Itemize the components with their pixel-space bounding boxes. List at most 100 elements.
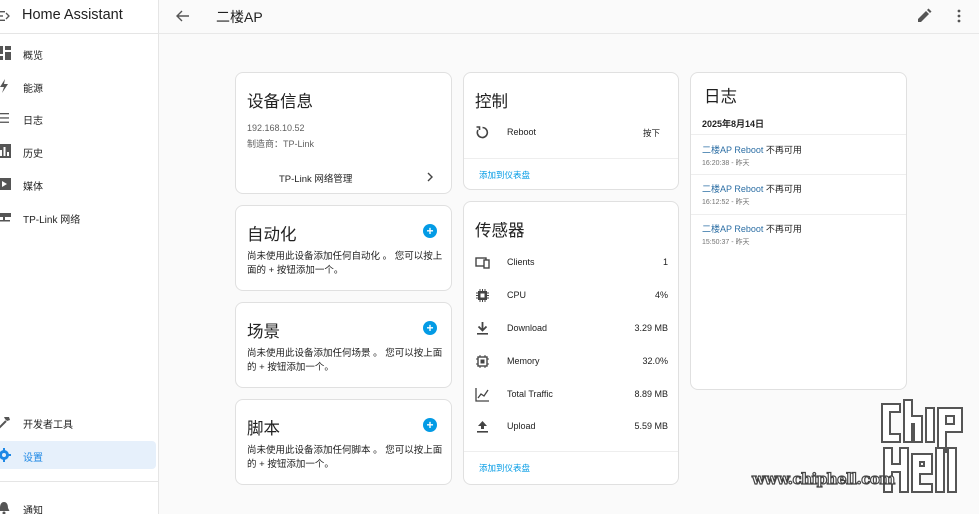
- devices-icon: [475, 257, 490, 269]
- tplink-management-link[interactable]: TP-Link 网络管理: [236, 163, 451, 191]
- page-title: 二楼AP: [216, 9, 263, 25]
- logbook-date: 2025年8月14日: [702, 119, 765, 129]
- sensor-name: CPU: [507, 290, 527, 300]
- sensors-card: 传感器 Clients 1 CPU 4% Download 3.29 MB Me…: [463, 201, 679, 485]
- scene-card: 场景 + 尚未使用此设备添加任何场景 。 您可以按上面的 + 按钮添加一个。: [235, 302, 452, 388]
- dashboard-icon: [0, 46, 11, 60]
- log-message: 不再可用: [763, 184, 802, 194]
- sidebar-item-settings[interactable]: 设置: [0, 441, 156, 469]
- divider: [691, 134, 906, 135]
- sidebar-item-notifications[interactable]: 通知: [0, 494, 156, 514]
- sensor-row-cpu[interactable]: CPU 4%: [464, 286, 678, 306]
- device-info-card: 设备信息 192.168.10.52 制造商：TP-Link TP-Link 网…: [235, 72, 452, 194]
- sidebar-item-developer-tools[interactable]: 开发者工具: [0, 408, 156, 436]
- sensor-row-download[interactable]: Download 3.29 MB: [464, 319, 678, 339]
- sensor-name: Total Traffic: [507, 389, 553, 399]
- restart-icon: [476, 126, 489, 139]
- card-title: 日志: [704, 88, 737, 106]
- add-scene-button[interactable]: +: [423, 321, 437, 335]
- bell-icon: [0, 502, 10, 514]
- play-icon: [0, 178, 11, 190]
- sidebar: Home Assistant 概览 能源 日志 历史 媒体 TP-Link 网络…: [0, 0, 159, 514]
- pencil-icon[interactable]: [916, 8, 932, 24]
- log-entry: 二楼AP Reboot 不再可用 16:20:38 - 昨天: [702, 143, 802, 168]
- sidebar-item-label: 通知: [23, 506, 43, 514]
- menu-icon[interactable]: [0, 8, 10, 24]
- add-automation-button[interactable]: +: [423, 224, 437, 238]
- divider: [691, 214, 906, 215]
- traffic-chart-icon: [475, 388, 489, 402]
- sidebar-item-label: 日志: [23, 116, 43, 127]
- card-title: 控制: [475, 93, 508, 111]
- device-manufacturer: 制造商：TP-Link: [247, 139, 315, 149]
- sidebar-item-label: 开发者工具: [23, 420, 73, 431]
- more-vert-icon[interactable]: [951, 8, 967, 24]
- sidebar-item-tplink[interactable]: TP-Link 网络: [0, 203, 156, 231]
- automation-desc: 尚未使用此设备添加任何自动化 。 您可以按上面的 + 按钮添加一个。: [247, 251, 443, 276]
- divider: [691, 174, 906, 175]
- network-icon: [0, 213, 11, 222]
- log-message: 不再可用: [763, 145, 802, 155]
- card-title: 自动化: [247, 226, 297, 244]
- sidebar-item-label: TP-Link 网络: [23, 215, 81, 226]
- top-bar: 二楼AP: [159, 0, 979, 34]
- scene-desc: 尚未使用此设备添加任何场景 。 您可以按上面的 + 按钮添加一个。: [247, 348, 443, 373]
- sensor-name: Upload: [507, 421, 536, 431]
- app-title: Home Assistant: [22, 7, 123, 23]
- lightning-icon: [0, 79, 8, 93]
- sensor-row-clients[interactable]: Clients 1: [464, 253, 678, 273]
- sidebar-item-label: 历史: [23, 149, 43, 160]
- control-name: Reboot: [507, 127, 537, 137]
- chevron-right-icon: [427, 172, 433, 182]
- sidebar-item-energy[interactable]: 能源: [0, 72, 156, 100]
- sensor-name: Download: [507, 323, 548, 333]
- watermark-text: www.chiphell.com: [751, 469, 895, 488]
- card-title: 设备信息: [247, 93, 313, 111]
- sensor-name: Clients: [507, 257, 535, 267]
- script-desc: 尚未使用此设备添加任何脚本 。 您可以按上面的 + 按钮添加一个。: [247, 445, 443, 470]
- download-icon: [477, 322, 488, 335]
- back-arrow-icon[interactable]: [175, 8, 191, 24]
- chart-icon: [0, 144, 11, 158]
- log-entity-link[interactable]: 二楼AP Reboot: [702, 224, 763, 234]
- control-row-reboot: Reboot 按下: [464, 123, 678, 143]
- sensor-row-upload[interactable]: Upload 5.59 MB: [464, 417, 678, 437]
- card-title: 传感器: [475, 222, 525, 240]
- sidebar-item-logbook[interactable]: 日志: [0, 104, 156, 132]
- sidebar-item-label: 媒体: [23, 182, 43, 193]
- sidebar-item-media[interactable]: 媒体: [0, 170, 156, 198]
- control-card: 控制 Reboot 按下 添加到仪表盘: [463, 72, 679, 190]
- sensor-value: 4%: [654, 290, 668, 300]
- sensor-name: Memory: [507, 356, 540, 366]
- device-ip: 192.168.10.52: [247, 123, 305, 133]
- sidebar-divider: [0, 481, 158, 482]
- sensor-value: 32.0%: [642, 356, 668, 366]
- divider: [464, 451, 678, 452]
- hammer-icon: [0, 417, 10, 429]
- card-title: 场景: [247, 323, 280, 341]
- sidebar-item-label: 设置: [23, 453, 43, 464]
- sidebar-item-overview[interactable]: 概览: [0, 39, 156, 67]
- log-message: 不再可用: [763, 224, 802, 234]
- log-entry: 二楼AP Reboot 不再可用 15:50:37 - 昨天: [702, 222, 802, 247]
- list-icon: [0, 113, 9, 123]
- add-to-dashboard-link[interactable]: 添加到仪表盘: [479, 462, 530, 474]
- press-button[interactable]: 按下: [643, 127, 660, 139]
- card-title: 脚本: [247, 420, 280, 438]
- link-label: TP-Link 网络管理: [279, 174, 353, 185]
- add-to-dashboard-link[interactable]: 添加到仪表盘: [479, 169, 530, 181]
- sensor-row-memory[interactable]: Memory 32.0%: [464, 352, 678, 372]
- upload-icon: [477, 421, 488, 433]
- sidebar-header: Home Assistant: [0, 0, 158, 34]
- log-entry: 二楼AP Reboot 不再可用 16:12:52 - 昨天: [702, 182, 802, 207]
- log-time: 16:20:38 - 昨天: [702, 160, 750, 167]
- log-entity-link[interactable]: 二楼AP Reboot: [702, 184, 763, 194]
- log-entity-link[interactable]: 二楼AP Reboot: [702, 145, 763, 155]
- logbook-card: 日志 2025年8月14日 二楼AP Reboot 不再可用 16:20:38 …: [690, 72, 907, 390]
- sensor-row-total-traffic[interactable]: Total Traffic 8.89 MB: [464, 385, 678, 405]
- divider: [464, 158, 678, 159]
- sensor-value: 8.89 MB: [634, 389, 668, 399]
- sidebar-item-history[interactable]: 历史: [0, 137, 156, 165]
- add-script-button[interactable]: +: [423, 418, 437, 432]
- log-time: 15:50:37 - 昨天: [702, 239, 750, 246]
